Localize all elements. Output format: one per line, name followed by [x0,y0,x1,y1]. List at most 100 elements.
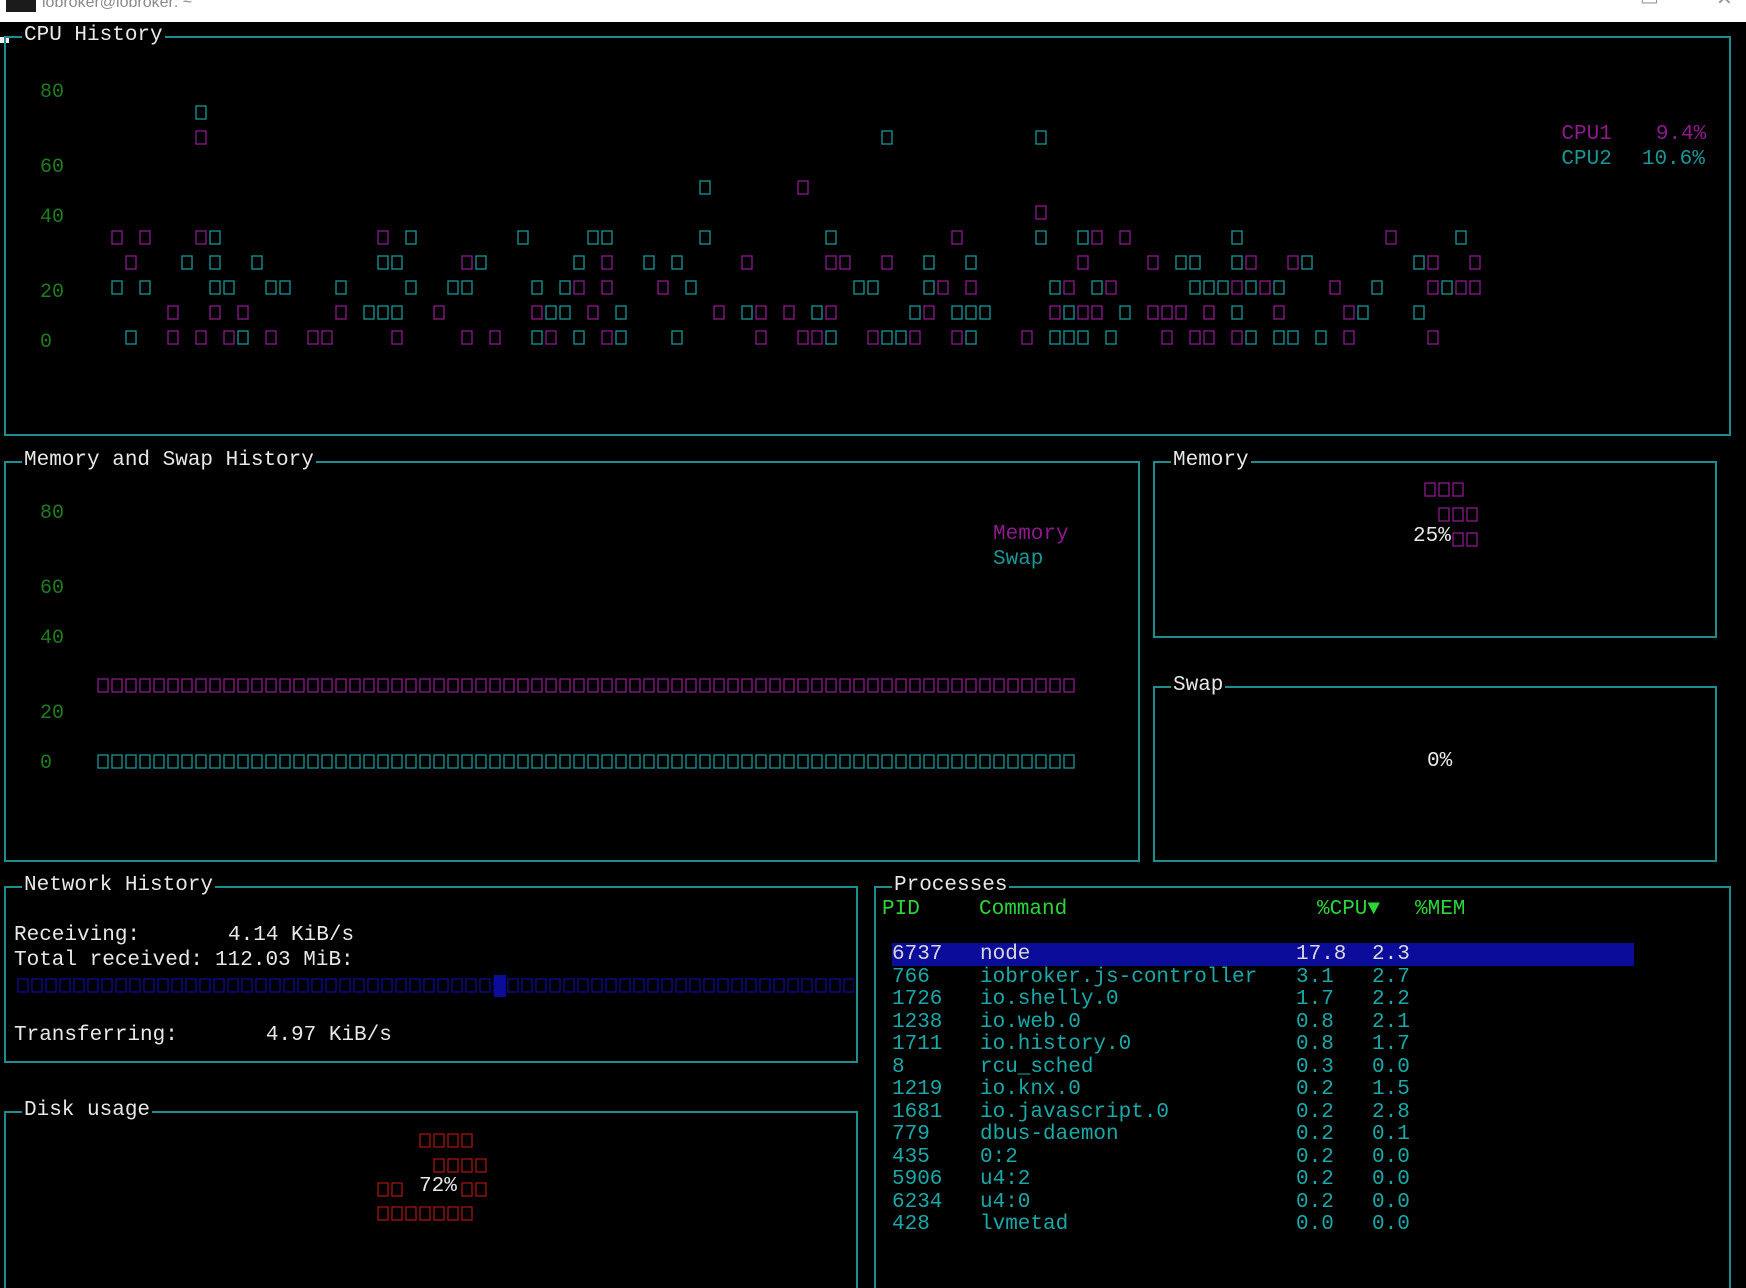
memory-history-mark [321,678,333,693]
process-row[interactable]: 766 iobroker.js-controller 3.1 2.7 [892,966,1634,989]
swap-history-mark [559,754,571,769]
process-command: io.web.0 [980,1010,1081,1034]
transferring-value: 4.97 KiB/s [265,1024,392,1047]
process-mem: 0.0 [1372,1055,1410,1079]
network-sparkline-mark [87,978,99,993]
process-row[interactable]: 5906 u4:2 0.2 0.0 [892,1168,1634,1191]
cpu-mark [489,330,501,345]
memory-y-tick: 20 [40,702,64,725]
swap-history-mark [447,754,459,769]
process-row[interactable]: 1726 io.shelly.0 1.7 2.2 [892,988,1634,1011]
network-history-panel: Network History Receiving: 4.14 KiB/s Tot… [4,873,858,1063]
network-sparkline-mark [745,978,757,993]
transferring-line: Transferring: 4.97 KiB/s [14,1024,392,1048]
memory-history-mark [629,678,641,693]
cpu-y-tick: 20 [40,281,64,304]
cpu-mark [335,280,347,295]
cpu-mark [307,330,319,345]
process-row[interactable]: 779 dbus-daemon 0.2 0.1 [892,1123,1634,1146]
network-sparkline-mark [45,978,57,993]
cpu-mark [1231,255,1243,270]
column-pid[interactable]: PID [882,898,920,921]
memory-history-mark [125,678,137,693]
cpu-mark [923,280,935,295]
process-row[interactable]: 6737 node 17.8 2.3 [892,943,1634,966]
process-command: node [980,943,1031,966]
cpu-mark [1385,230,1397,245]
network-sparkline-mark [311,978,323,993]
column-mem[interactable]: %MEM [1415,898,1465,921]
process-row[interactable]: 428 lvmetad 0.0 0.0 [892,1213,1634,1236]
memory-legend: Memory [993,523,1069,546]
cpu-mark [1035,230,1047,245]
cpu-mark [195,105,207,120]
disk-usage-panel: Disk usage 72% [4,1098,858,1288]
process-row[interactable]: 435 0:2 0.2 0.0 [892,1146,1634,1169]
network-sparkline-mark [199,978,211,993]
process-pid: 8 [892,1055,905,1079]
cpu-mark [965,255,977,270]
network-sparkline-mark [773,978,785,993]
cpu-mark [223,330,235,345]
cpu-mark [1105,330,1117,345]
network-sparkline-mark [115,978,127,993]
close-icon[interactable]: ✕ [1716,0,1733,9]
disk-gauge-mark [419,1133,431,1148]
process-mem: 1.5 [1372,1078,1410,1101]
process-mem: 0.1 [1372,1123,1410,1146]
process-cpu: 17.8 [1296,943,1347,966]
cpu-mark [1077,255,1089,270]
cpu-mark [755,330,767,345]
memory-history-mark [783,678,795,693]
processes-panel: Processes PID Command %CPU▼ %MEM 6737 nod… [874,873,1731,1288]
processes-header: PID Command %CPU▼ %MEM [882,898,1642,924]
cpu-mark [657,280,669,295]
swap-history-mark [839,754,851,769]
memory-history-mark [895,678,907,693]
swap-history-mark [643,754,655,769]
disk-gauge-mark [475,1158,487,1173]
cpu-mark [965,280,977,295]
disk-gauge-mark [377,1182,389,1197]
cpu-mark [699,230,711,245]
process-row[interactable]: 1711 io.history.0 0.8 1.7 [892,1033,1634,1056]
cpu-mark [643,255,655,270]
process-cpu: 0.2 [1296,1190,1334,1214]
swap-history-mark [279,754,291,769]
process-row[interactable]: 1681 io.javascript.0 0.2 2.8 [892,1101,1634,1124]
total-received-value: 112.03 MiB: [215,949,354,972]
process-row[interactable]: 6234 u4:0 0.2 0.0 [892,1191,1634,1214]
memory-history-mark [433,678,445,693]
swap-history-mark [321,754,333,769]
memory-history-mark [965,678,977,693]
cpu-mark [1049,280,1061,295]
memory-history-mark [979,678,991,693]
cpu-y-tick: 60 [40,156,64,179]
network-sparkline [17,975,854,997]
column-command[interactable]: Command [979,898,1067,921]
column-cpu[interactable]: %CPU▼ [1317,898,1380,921]
memory-gauge-mark [1452,532,1464,547]
network-sparkline-mark [843,978,854,993]
process-row[interactable]: 1219 io.knx.0 0.2 1.5 [892,1078,1634,1101]
memory-history-mark [391,678,403,693]
cpu-mark [377,305,389,320]
swap-history-mark [111,754,123,769]
cpu-mark [615,305,627,320]
network-sparkline-mark [213,978,225,993]
process-row[interactable]: 8 rcu_sched 0.3 0.0 [892,1056,1634,1079]
cpu-mark [1049,305,1061,320]
memory-history-mark [517,678,529,693]
cpu-mark [265,330,277,345]
network-sparkline-mark [437,978,449,993]
cpu-y-tick: 40 [40,206,64,229]
process-row[interactable]: 1238 io.web.0 0.8 2.1 [892,1011,1634,1034]
memory-gauge-mark [1424,482,1436,497]
swap-history-mark [727,754,739,769]
process-cpu: 0.3 [1296,1055,1334,1079]
memory-y-tick: 60 [40,577,64,600]
cpu-mark [601,255,613,270]
minimize-icon[interactable]: ▭ [1640,0,1659,9]
cpu-mark [111,230,123,245]
swap-history-mark [475,754,487,769]
